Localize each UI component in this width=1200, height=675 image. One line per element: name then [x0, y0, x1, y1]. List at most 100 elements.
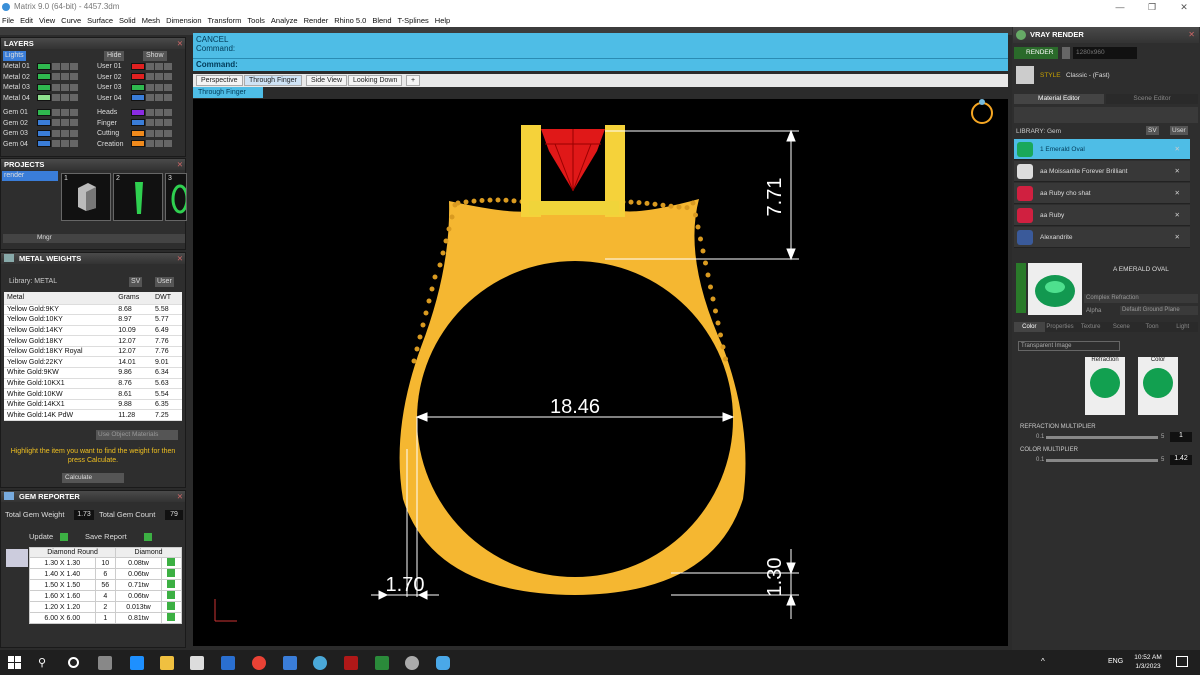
layer-item[interactable]: Gem 03 — [3, 129, 78, 139]
menu-tsplines[interactable]: T-Splines — [398, 14, 429, 27]
lock-icon[interactable] — [52, 129, 60, 137]
widgets-icon[interactable] — [98, 656, 112, 670]
close-icon[interactable]: ✕ — [177, 491, 183, 502]
lock-icon[interactable] — [146, 119, 154, 127]
select-icon[interactable] — [70, 94, 78, 102]
library-item[interactable]: aa Ruby cho shat ✕ — [1014, 183, 1190, 204]
table-row[interactable]: White Gold:14K PdW 11.28 7.25 — [4, 409, 182, 422]
clock[interactable]: 10:52 AM 1/3/2023 — [1128, 653, 1168, 671]
layer-item[interactable]: Metal 01 — [3, 62, 78, 72]
eye-icon[interactable] — [61, 108, 69, 116]
eye-icon[interactable] — [61, 119, 69, 127]
eye-icon[interactable] — [155, 108, 163, 116]
lock-icon[interactable] — [52, 94, 60, 102]
render-button[interactable]: RENDER — [1014, 47, 1058, 59]
eye-icon[interactable] — [155, 62, 163, 70]
table-row[interactable]: Yellow Gold:9KY 8.68 5.58 — [4, 304, 182, 316]
app-icon[interactable] — [313, 656, 327, 670]
table-row[interactable]: 1.50 X 1.50 56 0.71tw — [29, 579, 183, 591]
save-go-icon[interactable] — [144, 533, 152, 541]
layer-item[interactable]: Gem 04 — [3, 140, 78, 150]
select-icon[interactable] — [70, 83, 78, 91]
eye-icon[interactable] — [155, 83, 163, 91]
menu-file[interactable]: File — [2, 14, 14, 27]
select-icon[interactable] — [70, 140, 78, 148]
menu-blend[interactable]: Blend — [372, 14, 391, 27]
viewport-label[interactable]: Through Finger — [193, 87, 263, 98]
remove-icon[interactable]: ✕ — [1175, 227, 1180, 248]
library-item[interactable]: Alexandrite ✕ — [1014, 227, 1190, 248]
color-slider[interactable] — [1046, 459, 1158, 462]
layer-item[interactable]: Metal 02 — [3, 73, 78, 83]
layer-item[interactable]: User 04 — [97, 94, 172, 104]
subtab-light[interactable]: Light — [1167, 322, 1198, 332]
eye-icon[interactable] — [155, 73, 163, 81]
layer-color-swatch[interactable] — [131, 119, 145, 127]
menu-edit[interactable]: Edit — [20, 14, 33, 27]
tab-perspective[interactable]: Perspective — [196, 75, 243, 86]
remove-icon[interactable]: ✕ — [1175, 183, 1180, 204]
layer-color-swatch[interactable] — [131, 83, 145, 91]
lock-icon[interactable] — [52, 108, 60, 116]
layer-item[interactable]: Creation — [97, 140, 172, 150]
layer-item[interactable]: Heads — [97, 108, 172, 118]
command-input[interactable]: Command: — [193, 58, 1008, 71]
eye-icon[interactable] — [155, 129, 163, 137]
menu-render[interactable]: Render — [304, 14, 329, 27]
select-icon[interactable] — [70, 73, 78, 81]
lock-icon[interactable] — [52, 140, 60, 148]
subtab-toon[interactable]: Toon — [1137, 322, 1168, 332]
table-row[interactable]: 1.30 X 1.30 10 0.08tw — [29, 557, 183, 569]
go-icon[interactable] — [167, 580, 176, 588]
select-icon[interactable] — [164, 140, 172, 148]
project-thumb-1[interactable]: 1 — [61, 173, 111, 221]
tray-chevron-icon[interactable]: ^ — [1041, 657, 1045, 666]
menu-help[interactable]: Help — [435, 14, 450, 27]
eye-icon[interactable] — [155, 140, 163, 148]
layer-color-swatch[interactable] — [131, 73, 145, 81]
eye-icon[interactable] — [61, 73, 69, 81]
eye-icon[interactable] — [61, 83, 69, 91]
show-button[interactable]: Show — [143, 51, 167, 61]
user-button[interactable]: User — [1170, 126, 1188, 135]
sv-button[interactable]: SV — [1146, 126, 1159, 135]
select-icon[interactable] — [164, 129, 172, 137]
table-row[interactable]: White Gold:10KX1 8.76 5.63 — [4, 378, 182, 390]
library-item[interactable]: aa Moissanite Forever Brilliant ✕ — [1014, 161, 1190, 182]
layer-color-swatch[interactable] — [37, 62, 51, 70]
go-icon[interactable] — [167, 613, 176, 621]
layer-color-swatch[interactable] — [37, 73, 51, 81]
refraction-value[interactable]: 1 — [1170, 432, 1192, 442]
lock-icon[interactable] — [146, 73, 154, 81]
remove-icon[interactable]: ✕ — [1175, 205, 1180, 226]
project-thumb-2[interactable]: 2 — [113, 173, 163, 221]
remove-icon[interactable]: ✕ — [1175, 161, 1180, 182]
tab-side-view[interactable]: Side View — [306, 75, 348, 86]
go-cell[interactable] — [160, 579, 183, 591]
select-icon[interactable] — [164, 73, 172, 81]
table-row[interactable]: White Gold:9KW 9.86 6.34 — [4, 367, 182, 379]
viewport[interactable]: 7.71 18.46 1.70 1.30 — [193, 99, 1008, 646]
hide-button[interactable]: Hide — [104, 51, 125, 61]
table-row[interactable]: White Gold:10KW 8.61 5.54 — [4, 388, 182, 400]
lock-icon[interactable] — [52, 73, 60, 81]
transparent-image-select[interactable]: Transparent Image — [1018, 341, 1120, 351]
library-item[interactable]: 1 Emerald Oval ✕ — [1014, 139, 1190, 160]
go-icon[interactable] — [167, 558, 176, 566]
eye-icon[interactable] — [155, 119, 163, 127]
table-row[interactable]: 1.20 X 1.20 2 0.013tw — [29, 601, 183, 613]
layer-color-swatch[interactable] — [131, 94, 145, 102]
table-row[interactable]: Yellow Gold:14KY 10.09 6.49 — [4, 325, 182, 337]
subtab-scene[interactable]: Scene — [1106, 322, 1137, 332]
tab-scene-editor[interactable]: Scene Editor — [1106, 94, 1198, 104]
project-thumb-3[interactable]: 3 — [165, 173, 187, 221]
subtab-color[interactable]: Color — [1014, 322, 1045, 332]
matrix-app-icon[interactable] — [344, 656, 358, 670]
store-icon[interactable] — [190, 656, 204, 670]
task-view-icon[interactable] — [68, 657, 79, 668]
select-icon[interactable] — [164, 62, 172, 70]
eye-icon[interactable] — [61, 94, 69, 102]
library-item[interactable]: aa Ruby ✕ — [1014, 205, 1190, 226]
file-explorer-icon[interactable] — [160, 656, 174, 670]
layer-color-swatch[interactable] — [37, 119, 51, 127]
